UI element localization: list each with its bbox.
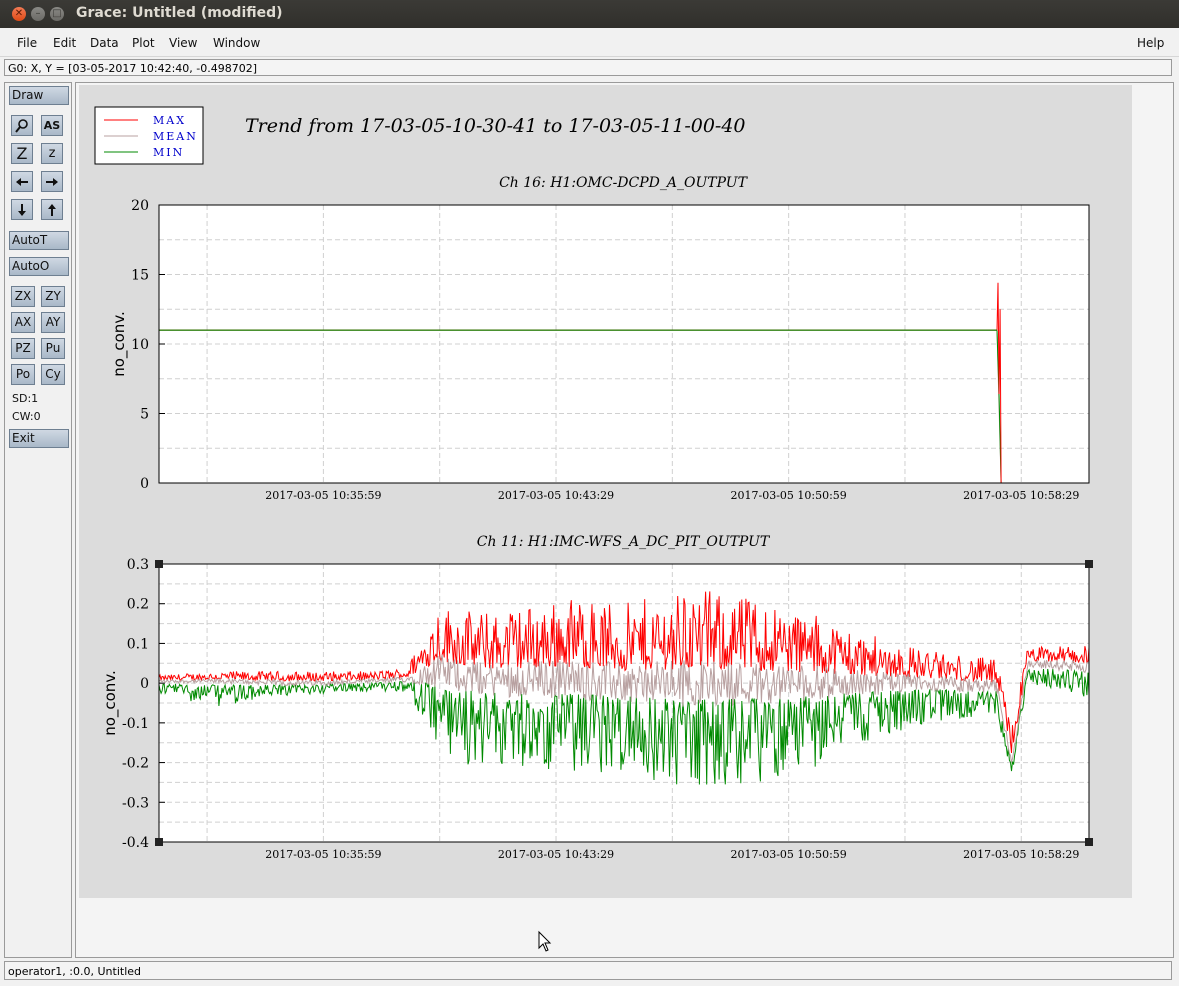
graph-ch11: Ch 11: H1:IMC-WFS_A_DC_PIT_OUTPUT -0.4 -0… (101, 534, 1093, 861)
stack-depth-label: SD:1 (12, 392, 39, 405)
x-tick-label: 2017-03-05 10:43:29 (498, 489, 614, 502)
autoo-button[interactable]: AutoO (9, 257, 69, 276)
close-window-button[interactable]: ✕ (12, 7, 26, 21)
selection-handle[interactable] (1085, 838, 1093, 846)
title-bar: ✕ – □ Grace: Untitled (modified) (0, 0, 1179, 28)
draw-button[interactable]: Draw (9, 86, 69, 105)
y-tick-label: -0.2 (122, 756, 149, 772)
selection-handle[interactable] (155, 838, 163, 846)
exit-button[interactable]: Exit (9, 429, 69, 448)
y-tick-label: 0 (140, 676, 149, 692)
legend-mean-label: MEAN (153, 130, 198, 143)
selection-handle[interactable] (1085, 560, 1093, 568)
x-tick-label: 2017-03-05 10:50:59 (730, 848, 846, 861)
y-tick-label: 5 (140, 407, 149, 423)
menu-window[interactable]: Window (213, 36, 260, 50)
y-tick-label: 15 (131, 268, 149, 284)
x-tick-label: 2017-03-05 10:58:29 (963, 848, 1079, 861)
status-bar: operator1, :0.0, Untitled (4, 961, 1172, 980)
legend-max-label: MAX (153, 114, 186, 127)
y-tick-label: 20 (131, 198, 149, 214)
legend: MAX MEAN MIN (94, 106, 204, 165)
y-tick-label: 0.3 (127, 557, 149, 573)
plot-canvas-area[interactable]: MAX MEAN MIN Trend from 17-03-05-10-30-4… (75, 82, 1174, 958)
autoscale-text-button[interactable]: AS (41, 115, 63, 136)
minimize-window-button[interactable]: – (31, 7, 45, 21)
y-tick-label: 0.1 (127, 636, 149, 652)
y-tick-label: -0.1 (122, 716, 149, 732)
scroll-left-button[interactable] (11, 171, 33, 192)
x-tick-label: 2017-03-05 10:43:29 (498, 848, 614, 861)
x-tick-label: 2017-03-05 10:50:59 (730, 489, 846, 502)
menu-help[interactable]: Help (1137, 36, 1164, 50)
zy-button[interactable]: ZY (41, 286, 65, 307)
maximize-window-button[interactable]: □ (50, 7, 64, 21)
locator-display: G0: X, Y = [03-05-2017 10:42:40, -0.4987… (4, 59, 1172, 76)
zoom-button[interactable] (11, 115, 33, 136)
current-world-label: CW:0 (12, 410, 41, 423)
graph-ch16-y-label: no_conv. (110, 311, 129, 377)
mouse-pointer-icon (538, 930, 552, 952)
menu-view[interactable]: View (169, 36, 197, 50)
autot-button[interactable]: AutoT (9, 231, 69, 250)
graph-ch11-title: Ch 11: H1:IMC-WFS_A_DC_PIT_OUTPUT (477, 534, 771, 550)
x-tick-label: 2017-03-05 10:35:59 (265, 489, 381, 502)
menu-plot[interactable]: Plot (132, 36, 155, 50)
selection-handle[interactable] (155, 560, 163, 568)
y-tick-label: 0 (140, 476, 149, 492)
zoom-in-button[interactable]: Z (11, 143, 33, 164)
graph-ch11-y-label: no_conv. (101, 670, 120, 736)
ay-button[interactable]: AY (41, 312, 65, 333)
pz-button[interactable]: PZ (11, 338, 35, 359)
y-tick-label: 10 (131, 337, 149, 353)
scroll-up-button[interactable] (41, 199, 63, 220)
y-tick-label: -0.3 (122, 795, 149, 811)
window-title: Grace: Untitled (modified) (76, 5, 283, 21)
x-tick-label: 2017-03-05 10:58:29 (963, 489, 1079, 502)
cy-button[interactable]: Cy (41, 364, 65, 385)
scroll-right-button[interactable] (41, 171, 63, 192)
graph-ch16-title: Ch 16: H1:OMC-DCPD_A_OUTPUT (499, 175, 749, 191)
y-tick-label: 0.2 (127, 597, 149, 613)
menu-bar: File Edit Data Plot View Window Help (0, 28, 1179, 57)
y-tick-label: -0.4 (122, 835, 149, 851)
scroll-down-button[interactable] (11, 199, 33, 220)
menu-edit[interactable]: Edit (53, 36, 76, 50)
plot-canvas[interactable]: MAX MEAN MIN Trend from 17-03-05-10-30-4… (76, 83, 1174, 958)
zoom-out-button[interactable]: z (41, 143, 63, 164)
ax-button[interactable]: AX (11, 312, 35, 333)
pu-button[interactable]: Pu (41, 338, 65, 359)
tool-panel: Draw AS Z z AutoT AutoO ZX ZY AX AY PZ P… (4, 82, 72, 958)
menu-file[interactable]: File (17, 36, 37, 50)
po-button[interactable]: Po (11, 364, 35, 385)
x-tick-label: 2017-03-05 10:35:59 (265, 848, 381, 861)
legend-min-label: MIN (153, 146, 184, 159)
figure-title: Trend from 17-03-05-10-30-41 to 17-03-05… (245, 115, 746, 137)
zx-button[interactable]: ZX (11, 286, 35, 307)
menu-data[interactable]: Data (90, 36, 119, 50)
graph-ch16: Ch 16: H1:OMC-DCPD_A_OUTPUT 0 5 10 15 20 201… (110, 175, 1090, 502)
